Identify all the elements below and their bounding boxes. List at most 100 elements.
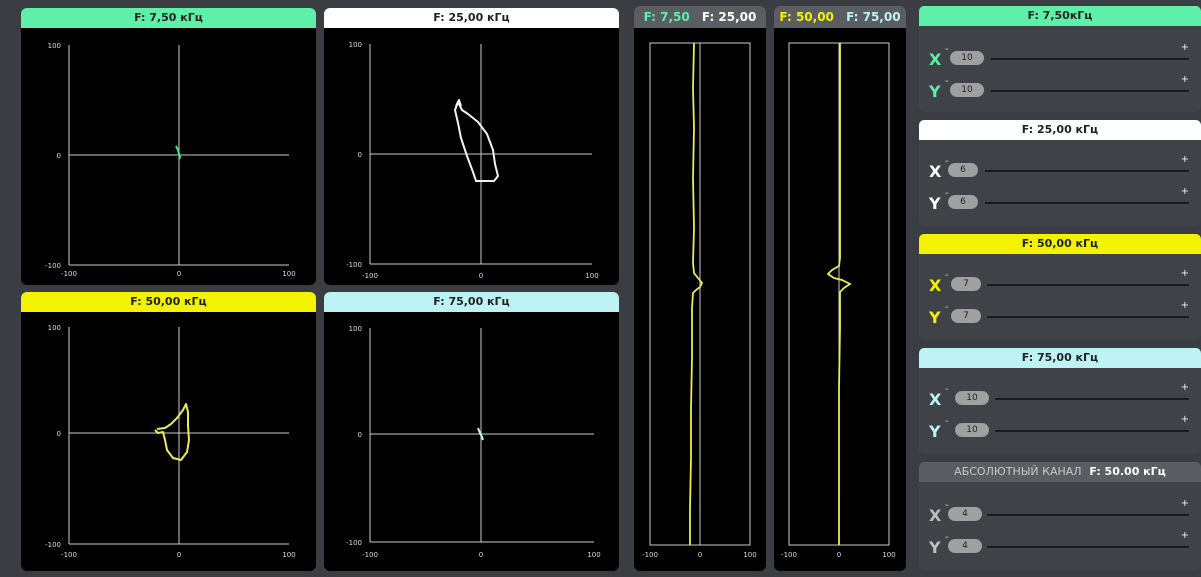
x-tick-mid: 0 — [837, 551, 841, 559]
y-tick-min: -100 — [346, 261, 362, 269]
x-gain-slider[interactable] — [987, 284, 1189, 286]
y-gain-value[interactable]: 6 — [948, 195, 978, 209]
increase-button[interactable]: + — [1181, 186, 1189, 197]
lissajous-plot: 100 0 -100 -100 0 100 — [324, 312, 619, 571]
decrease-button[interactable]: - — [945, 302, 949, 313]
strip-chart-7-50-25-00: F: 7,50 F: 25,00 -100 0 100 — [634, 6, 766, 571]
x-tick-mid: 0 — [177, 270, 181, 278]
y-gain-slider[interactable] — [991, 90, 1189, 92]
y-tick-max: 100 — [48, 42, 61, 50]
y-tick-min: -100 — [346, 539, 362, 547]
strip-chart-50-00-75-00: F: 50,00 F: 75,00 -100 0 100 — [774, 6, 906, 571]
increase-button[interactable]: + — [1181, 382, 1189, 393]
y-gain-slider[interactable] — [987, 316, 1189, 318]
lissajous-title: F: 7,50 кГц — [21, 8, 316, 28]
lissajous-panel-25-00: F: 25,00 кГц 100 0 -100 -100 0 100 — [324, 8, 619, 285]
increase-button[interactable]: + — [1181, 42, 1189, 53]
x-gain-value[interactable]: 6 — [948, 163, 978, 177]
decrease-button[interactable]: - — [945, 270, 949, 281]
x-axis-label: X — [929, 390, 942, 409]
decrease-button[interactable]: - — [945, 76, 949, 87]
y-gain-value[interactable]: 10 — [950, 83, 984, 97]
strip-label-b: F: 25,00 — [701, 10, 757, 24]
x-gain-value[interactable]: 10 — [955, 391, 989, 405]
x-tick-min: -100 — [61, 551, 77, 559]
absolute-channel-freq: F: 50.00 кГц — [1089, 465, 1166, 478]
y-gain-row: Y - 10 + — [919, 414, 1201, 442]
x-gain-value[interactable]: 7 — [951, 277, 981, 291]
lissajous-panel-7-50: F: 7,50 кГц 100 0 -100 -100 0 100 — [21, 8, 316, 285]
x-tick-min: -100 — [781, 551, 797, 559]
increase-button[interactable]: + — [1181, 414, 1189, 425]
increase-button[interactable]: + — [1181, 74, 1189, 85]
x-tick-max: 100 — [585, 272, 598, 280]
x-gain-slider[interactable] — [995, 398, 1189, 400]
x-gain-slider[interactable] — [987, 514, 1189, 516]
y-gain-value[interactable]: 7 — [951, 309, 981, 323]
x-tick-mid: 0 — [479, 272, 483, 280]
gain-control-25-00: F: 25,00 кГц X - 6 + Y - 6 + — [919, 120, 1201, 226]
y-tick-min: -100 — [45, 541, 61, 549]
y-tick-mid: 0 — [358, 151, 362, 159]
lissajous-plot: 100 0 -100 -100 0 100 — [21, 312, 316, 571]
x-gain-slider[interactable] — [991, 58, 1189, 60]
x-axis-label: X — [929, 276, 942, 295]
y-tick-mid: 0 — [57, 430, 61, 438]
signal-trace — [154, 403, 190, 461]
y-tick-mid: 0 — [358, 431, 362, 439]
x-gain-slider[interactable] — [985, 170, 1189, 172]
y-gain-slider[interactable] — [987, 546, 1189, 548]
increase-button[interactable]: + — [1181, 154, 1189, 165]
x-tick-max: 100 — [882, 551, 895, 559]
x-gain-row: X - 10 + — [919, 382, 1201, 410]
increase-button[interactable]: + — [1181, 300, 1189, 311]
y-axis-label: Y — [929, 194, 941, 213]
x-gain-row: X - 10 + — [919, 42, 1201, 70]
x-tick-mid: 0 — [177, 551, 181, 559]
x-axis-label: X — [929, 50, 942, 69]
x-axis-label: X — [929, 506, 942, 525]
strip-label-a: F: 7,50 — [643, 10, 690, 24]
y-gain-row: Y - 7 + — [919, 300, 1201, 328]
absolute-channel-title: АБСОЛЮТНЫЙ КАНАЛ — [954, 465, 1082, 478]
lissajous-panel-50-00: F: 50,00 кГц 100 0 -100 -100 0 100 — [21, 292, 316, 571]
lissajous-title: F: 75,00 кГц — [324, 292, 619, 312]
y-tick-max: 100 — [48, 324, 61, 332]
y-gain-row: Y - 6 + — [919, 186, 1201, 214]
control-title: F: 50,00 кГц — [919, 234, 1201, 254]
y-gain-row: Y - 10 + — [919, 74, 1201, 102]
gain-control-50-00: F: 50,00 кГц X - 7 + Y - 7 + — [919, 234, 1201, 340]
strip-header: F: 50,00 F: 75,00 — [774, 6, 906, 28]
y-axis-label: Y — [929, 538, 941, 557]
x-gain-row: X - 4 + — [919, 498, 1201, 526]
x-gain-row: X - 7 + — [919, 268, 1201, 296]
y-gain-value[interactable]: 4 — [948, 539, 982, 553]
x-gain-value[interactable]: 10 — [950, 51, 984, 65]
x-tick-min: -100 — [362, 272, 378, 280]
strip-label-b: F: 75,00 — [846, 10, 901, 24]
decrease-button[interactable]: - — [945, 416, 949, 427]
control-title: F: 25,00 кГц — [919, 120, 1201, 140]
x-tick-min: -100 — [61, 270, 77, 278]
decrease-button[interactable]: - — [945, 384, 949, 395]
y-gain-value[interactable]: 10 — [955, 423, 989, 437]
y-gain-slider[interactable] — [995, 430, 1189, 432]
gain-control-75-00: F: 75,00 кГц X - 10 + Y - 10 + — [919, 348, 1201, 454]
x-tick-min: -100 — [362, 551, 378, 559]
lissajous-title: F: 50,00 кГц — [21, 292, 316, 312]
increase-button[interactable]: + — [1181, 530, 1189, 541]
y-gain-row: Y - 4 + — [919, 530, 1201, 558]
absolute-channel-control: АБСОЛЮТНЫЙ КАНАЛ F: 50.00 кГц X - 4 + Y … — [919, 462, 1201, 570]
strip-header: F: 7,50 F: 25,00 — [634, 6, 766, 28]
increase-button[interactable]: + — [1181, 498, 1189, 509]
y-gain-slider[interactable] — [985, 202, 1189, 204]
x-gain-value[interactable]: 4 — [948, 507, 982, 521]
x-axis-label: X — [929, 162, 942, 181]
x-tick-max: 100 — [743, 551, 756, 559]
x-tick-mid: 0 — [698, 551, 702, 559]
control-title: F: 75,00 кГц — [919, 348, 1201, 368]
y-tick-mid: 0 — [57, 152, 61, 160]
absolute-channel-header: АБСОЛЮТНЫЙ КАНАЛ F: 50.00 кГц — [919, 462, 1201, 482]
increase-button[interactable]: + — [1181, 268, 1189, 279]
decrease-button[interactable]: - — [945, 44, 949, 55]
